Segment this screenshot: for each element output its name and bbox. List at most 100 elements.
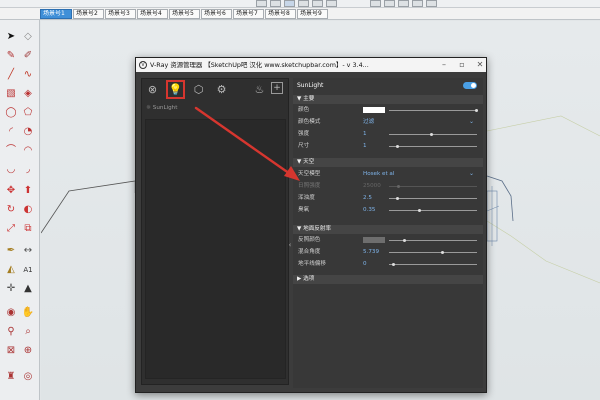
rotate-icon[interactable]: ↻ (4, 203, 18, 217)
line-icon[interactable]: ╱ (4, 68, 18, 82)
rectangle-icon[interactable]: ▧ (4, 87, 18, 101)
arc5-icon[interactable]: ◞ (21, 163, 35, 177)
scene-tab[interactable]: 场景号8 (265, 9, 296, 19)
toolbar-button[interactable] (284, 0, 295, 7)
color-mode-value[interactable]: 过滤 (363, 118, 374, 126)
turbidity-slider[interactable] (389, 198, 477, 199)
toolbar-button[interactable] (398, 0, 409, 7)
color-swatch[interactable] (363, 107, 385, 113)
pushpull-icon[interactable]: ⬆ (21, 184, 35, 198)
slider-knob[interactable] (392, 263, 395, 266)
teapot-icon[interactable]: ♨ (252, 82, 267, 97)
size-slider[interactable] (389, 146, 477, 147)
add-asset-icon[interactable]: + (271, 82, 283, 94)
offset-icon[interactable]: ⧉ (21, 222, 35, 236)
scene-tab[interactable]: 场景号9 (297, 9, 328, 19)
toolbar-button[interactable] (312, 0, 323, 7)
axes-icon[interactable]: ✛ (4, 282, 18, 296)
blend-angle-slider[interactable] (389, 252, 477, 253)
toolbar-button[interactable] (270, 0, 281, 7)
zoom-icon[interactable]: ⚲ (4, 325, 18, 339)
toolbar-button[interactable] (384, 0, 395, 7)
size-value[interactable]: 1 (363, 142, 367, 150)
arc4-icon[interactable]: ◡ (4, 163, 18, 177)
arc2-icon[interactable]: ⌒ (4, 144, 18, 158)
slider-knob[interactable] (475, 109, 478, 112)
color-slider[interactable] (389, 110, 477, 111)
zoom-extents-icon[interactable]: ⊠ (4, 344, 18, 358)
blend-angle-value[interactable]: 5.739 (363, 248, 379, 256)
eraser-icon[interactable]: ◇ (21, 30, 35, 44)
asset-list[interactable] (145, 119, 286, 379)
ground-albedo-swatch[interactable] (363, 237, 385, 243)
minimize-icon[interactable]: – (436, 58, 452, 72)
settings-icon[interactable]: ⚙ (214, 82, 229, 97)
previous-view-icon[interactable]: ⊕ (21, 344, 35, 358)
intensity-slider[interactable] (389, 134, 477, 135)
scene-tab[interactable]: 场景号1 (40, 9, 72, 19)
section-main[interactable]: ▼ 主要 (293, 95, 483, 104)
scene-tab[interactable]: 场景号7 (233, 9, 264, 19)
freehand-icon[interactable]: ∿ (21, 68, 35, 82)
scene-tab[interactable]: 场景号4 (137, 9, 168, 19)
position-camera-icon[interactable]: ♜ (4, 370, 18, 384)
move-icon[interactable]: ✥ (4, 184, 18, 198)
followme-icon[interactable]: ◐ (21, 203, 35, 217)
tape-icon[interactable]: ✒ (4, 244, 18, 258)
pencil-icon[interactable]: ✐ (21, 49, 35, 63)
close-icon[interactable]: ✕ (472, 58, 488, 72)
slider-knob[interactable] (441, 251, 444, 254)
rotated-rectangle-icon[interactable]: ◈ (21, 87, 35, 101)
section-sky[interactable]: ▼ 天空 (293, 158, 483, 167)
paint-icon[interactable]: ✎ (4, 49, 18, 63)
pie-icon[interactable]: ◔ (21, 125, 35, 139)
lights-icon[interactable]: 💡 (166, 80, 185, 99)
scene-tab[interactable]: 场景号6 (201, 9, 232, 19)
dimension-icon[interactable]: ↔ (21, 244, 35, 258)
arc-icon[interactable]: ◜ (4, 125, 18, 139)
zoom-window-icon[interactable]: ⌕ (21, 325, 35, 339)
horizon-offset-slider[interactable] (389, 264, 477, 265)
geometry-icon[interactable]: ⬡ (191, 82, 206, 97)
3dtext-icon[interactable]: ▲ (21, 282, 35, 296)
scene-tab[interactable]: 场景号2 (73, 9, 104, 19)
toolbar-button[interactable] (370, 0, 381, 7)
horizon-offset-value[interactable]: 0 (363, 260, 367, 268)
look-around-icon[interactable]: ◎ (21, 370, 35, 384)
arc3-icon[interactable]: ◠ (21, 144, 35, 158)
scale-icon[interactable]: ⤢ (4, 222, 18, 236)
toolbar-button[interactable] (256, 0, 267, 7)
scene-tab[interactable]: 场景号3 (105, 9, 136, 19)
turbidity-value[interactable]: 2.5 (363, 194, 372, 202)
select-icon[interactable]: ➤ (4, 30, 18, 44)
materials-icon[interactable]: ⊗ (145, 82, 160, 97)
scene-tab[interactable]: 场景号5 (169, 9, 200, 19)
ozone-value[interactable]: 0.35 (363, 206, 375, 214)
asset-item-sunlight[interactable]: ☼ SunLight (146, 104, 286, 112)
protractor-icon[interactable]: ◭ (4, 263, 18, 277)
pan-icon[interactable]: ✋ (21, 306, 35, 320)
intensity-value[interactable]: 1 (363, 130, 367, 138)
light-enable-toggle[interactable] (463, 82, 477, 89)
maximize-icon[interactable]: ▫ (454, 58, 470, 72)
dropdown-arrow-icon[interactable]: ⌄ (469, 118, 474, 125)
toolbar-button[interactable] (426, 0, 437, 7)
ozone-slider[interactable] (389, 210, 477, 211)
slider-knob[interactable] (396, 145, 399, 148)
slider-knob[interactable] (418, 209, 421, 212)
toolbar-button[interactable] (412, 0, 423, 7)
text-icon[interactable]: A1 (21, 263, 35, 277)
slider-knob[interactable] (430, 133, 433, 136)
sky-model-value[interactable]: Hosek et al (363, 170, 394, 178)
dropdown-arrow-icon[interactable]: ⌄ (469, 170, 474, 177)
section-options[interactable]: ▶ 选项 (293, 275, 483, 284)
slider-knob[interactable] (403, 239, 406, 242)
vray-title-bar[interactable]: V V-Ray 资源管理器 【SketchUp吧 汉化 www.sketchup… (136, 58, 486, 72)
polygon-icon[interactable]: ⬠ (21, 106, 35, 120)
circle-icon[interactable]: ◯ (4, 106, 18, 120)
toolbar-button[interactable] (326, 0, 337, 7)
slider-knob[interactable] (396, 197, 399, 200)
orbit-icon[interactable]: ◉ (4, 306, 18, 320)
section-ground[interactable]: ▼ 地面反射率 (293, 225, 483, 234)
toolbar-button[interactable] (298, 0, 309, 7)
